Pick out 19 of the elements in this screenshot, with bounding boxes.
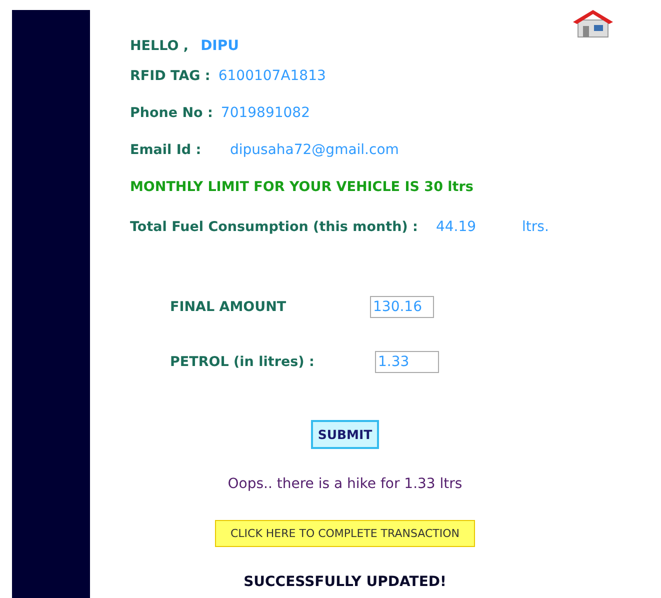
- detail-label: Phone No :: [130, 104, 213, 120]
- complete-transaction-button[interactable]: CLICK HERE TO COMPLETE TRANSACTION: [215, 520, 475, 546]
- detail-label: Email Id :: [130, 142, 202, 158]
- form-label: PETROL (in litres) :: [170, 354, 316, 370]
- hike-message: Oops.. there is a hike for 1.33 ltrs: [228, 476, 462, 492]
- limit-notice: MONTHLY LIMIT FOR YOUR VEHICLE IS 30 ltrs: [130, 178, 474, 194]
- house-icon[interactable]: [571, 8, 615, 38]
- submit-button[interactable]: SUBMIT: [310, 420, 380, 448]
- user-name: DIPU: [200, 38, 240, 54]
- consumption-label: Total Fuel Consumption (this month) :: [130, 219, 418, 235]
- consumption-value: 44.19: [436, 219, 476, 235]
- greeting-label: HELLO ,: [130, 38, 189, 54]
- detail-value: dipusaha72@gmail.com: [230, 142, 399, 158]
- status-message: SUCCESSFULLY UPDATED!: [244, 574, 446, 590]
- detail-value: 7019891082: [220, 104, 310, 120]
- form-label: FINAL AMOUNT: [170, 298, 288, 314]
- detail-value: 6100107A1813: [218, 68, 326, 84]
- consumption-unit: ltrs.: [522, 219, 549, 235]
- detail-label: RFID TAG :: [130, 68, 210, 84]
